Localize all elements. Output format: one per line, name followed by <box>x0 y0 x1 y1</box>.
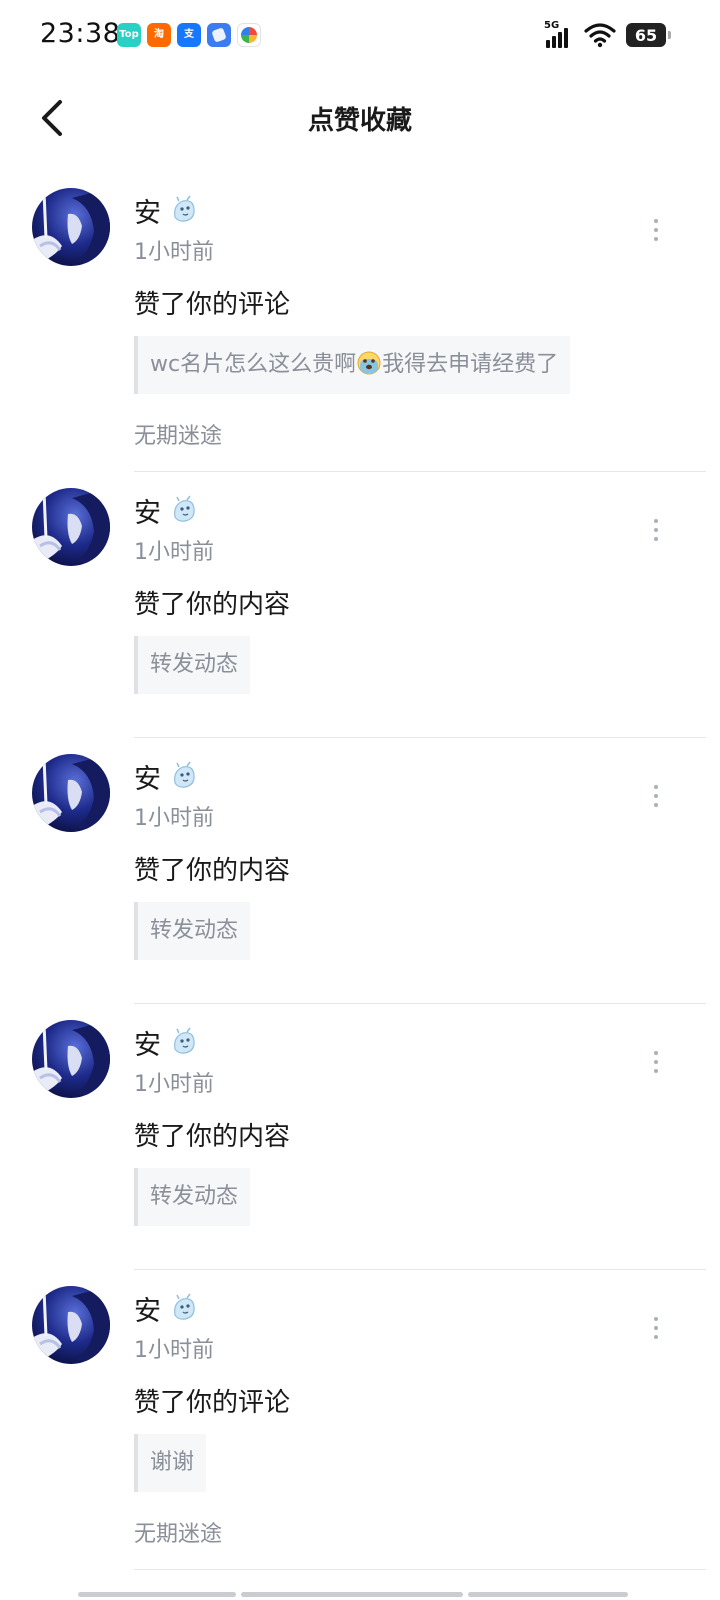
app-icon-label: 支 <box>184 29 194 40</box>
battery-icon: 65 <box>626 23 671 47</box>
avatar[interactable] <box>32 488 110 566</box>
notification-item[interactable]: 安 1小时前 赞了你的内容 转发动态 <box>0 472 720 738</box>
like-notification-list: 安 1小时前 赞了你的评论 wc名片怎么这么贵啊 我得去申请经费了 无期迷途 安… <box>0 172 720 1570</box>
more-dot-icon <box>654 1060 658 1064</box>
more-dot-icon <box>654 237 658 241</box>
username[interactable]: 安 <box>134 491 161 530</box>
alipay-icon: 支 <box>177 23 201 47</box>
quoted-content[interactable]: 谢谢 <box>134 1434 207 1492</box>
taobao-icon: 淘 <box>147 23 171 47</box>
more-dot-icon <box>654 228 658 232</box>
page-header: 点赞收藏 <box>0 78 720 158</box>
app-icon-label: 淘 <box>154 29 164 40</box>
blue-app-icon <box>207 23 231 47</box>
more-dot-icon <box>654 1051 658 1055</box>
more-dot-icon <box>654 528 658 532</box>
more-dot-icon <box>654 519 658 523</box>
username[interactable]: 安 <box>134 757 161 796</box>
quoted-text: 转发动态 <box>150 1184 239 1209</box>
quoted-content[interactable]: wc名片怎么这么贵啊 我得去申请经费了 <box>134 336 571 394</box>
quoted-text: 转发动态 <box>150 652 239 677</box>
notification-item[interactable]: 安 1小时前 赞了你的评论 wc名片怎么这么贵啊 我得去申请经费了 无期迷途 <box>0 172 720 472</box>
divider <box>134 1569 706 1570</box>
avatar[interactable] <box>32 1286 110 1364</box>
status-indicators: 5G 65 <box>544 20 671 48</box>
topic-label[interactable]: 无期迷途 <box>134 1516 706 1548</box>
avatar[interactable] <box>32 1020 110 1098</box>
timestamp: 1小时前 <box>134 240 214 265</box>
more-dot-icon <box>654 537 658 541</box>
page-title: 点赞收藏 <box>307 106 412 136</box>
mascot-badge-icon <box>174 495 195 522</box>
app-icon-label: Top <box>119 29 139 40</box>
username[interactable]: 安 <box>134 191 161 230</box>
avatar[interactable] <box>32 754 110 832</box>
pinwheel-app-icon <box>237 23 261 47</box>
quoted-content[interactable]: 转发动态 <box>134 1168 251 1226</box>
more-dot-icon <box>654 1326 658 1330</box>
quoted-content[interactable]: 转发动态 <box>134 636 251 694</box>
more-options-button[interactable] <box>646 782 666 810</box>
more-dot-icon <box>654 803 658 807</box>
username[interactable]: 安 <box>134 1289 161 1328</box>
action-text: 赞了你的内容 <box>134 1122 291 1152</box>
more-options-button[interactable] <box>646 1048 666 1076</box>
notification-item[interactable]: 安 1小时前 赞了你的评论 谢谢 无期迷途 <box>0 1270 720 1570</box>
action-text: 赞了你的内容 <box>134 590 291 620</box>
more-options-button[interactable] <box>646 1314 666 1342</box>
notification-item[interactable]: 安 1小时前 赞了你的内容 转发动态 <box>0 738 720 1004</box>
timestamp: 1小时前 <box>134 540 214 565</box>
more-dot-icon <box>654 1069 658 1073</box>
bottom-scroll-indicator <box>78 1592 628 1597</box>
quoted-text: 转发动态 <box>150 918 239 943</box>
quoted-content[interactable]: 转发动态 <box>134 902 251 960</box>
cellular-signal-icon: 5G <box>544 20 574 48</box>
battery-level: 65 <box>634 25 658 45</box>
mascot-badge-icon <box>174 761 195 788</box>
notification-item[interactable]: 安 1小时前 赞了你的内容 转发动态 <box>0 1004 720 1270</box>
avatar[interactable] <box>32 188 110 266</box>
more-dot-icon <box>654 785 658 789</box>
action-text: 赞了你的评论 <box>134 1388 291 1418</box>
action-text: 赞了你的评论 <box>134 290 291 320</box>
more-dot-icon <box>654 219 658 223</box>
notification-app-icons: Top 淘 支 <box>117 23 261 47</box>
topic-label[interactable]: 无期迷途 <box>134 418 706 450</box>
quoted-text-continued: 我得去申请经费了 <box>382 352 559 377</box>
mascot-badge-icon <box>174 1027 195 1054</box>
more-dot-icon <box>654 794 658 798</box>
crying-face-emoji-icon <box>357 351 381 375</box>
more-options-button[interactable] <box>646 216 666 244</box>
more-dot-icon <box>654 1317 658 1321</box>
status-time: 23:38 <box>40 18 121 49</box>
mascot-badge-icon <box>174 1293 195 1320</box>
mascot-badge-icon <box>174 195 195 222</box>
more-dot-icon <box>654 1335 658 1339</box>
action-text: 赞了你的内容 <box>134 856 291 886</box>
timestamp: 1小时前 <box>134 1072 214 1097</box>
wifi-icon <box>584 23 616 48</box>
top-app-icon: Top <box>117 23 141 47</box>
quoted-text: wc名片怎么这么贵啊 <box>150 352 357 377</box>
timestamp: 1小时前 <box>134 806 214 831</box>
username[interactable]: 安 <box>134 1023 161 1062</box>
status-bar: 23:38 Top 淘 支 5G 65 <box>0 0 720 72</box>
quoted-text: 谢谢 <box>150 1450 195 1475</box>
more-options-button[interactable] <box>646 516 666 544</box>
network-type-label: 5G <box>544 20 560 31</box>
timestamp: 1小时前 <box>134 1338 214 1363</box>
